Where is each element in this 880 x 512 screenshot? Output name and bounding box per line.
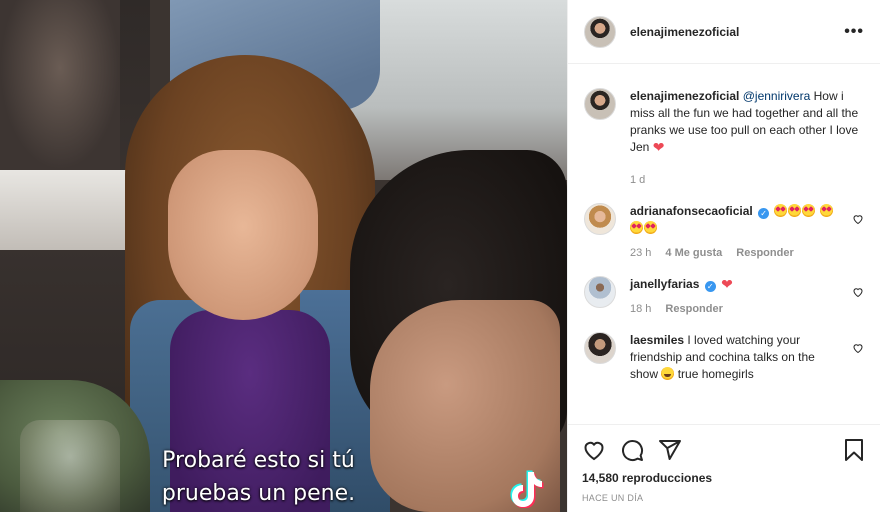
comment-username[interactable]: adrianafonsecaoficial — [630, 204, 753, 218]
view-count[interactable]: 14,580 reproducciones — [582, 471, 866, 485]
red-heart-emoji-icon: ❤ — [721, 276, 733, 292]
post-header: elenajimenezoficial ••• — [568, 0, 880, 64]
star-struck-emoji-icon — [774, 204, 788, 217]
save-bookmark-icon[interactable] — [842, 438, 866, 462]
comment-text-end: true homegirls — [674, 367, 754, 381]
caption-mention-link[interactable]: @jennirivera — [743, 89, 811, 103]
comment-username[interactable]: janellyfarias — [630, 277, 699, 291]
avatar[interactable] — [584, 203, 616, 235]
comment-bubble-icon[interactable] — [620, 438, 644, 462]
more-options-icon[interactable]: ••• — [844, 23, 864, 41]
post-caption: elenajimenezoficial @jennirivera How i m… — [584, 88, 864, 189]
star-struck-emoji-icon — [788, 204, 802, 217]
verified-badge-icon: ✓ — [758, 208, 770, 219]
reply-button[interactable]: Responder — [736, 245, 793, 262]
subtitle-line: Probaré esto si tú — [162, 448, 355, 473]
like-comment-heart-icon[interactable] — [852, 213, 864, 225]
comment-item: laesmiles I loved watching your friendsh… — [584, 332, 864, 383]
video-player[interactable]: Probaré esto si tú pruebas un pene. — [0, 0, 567, 512]
comment-time[interactable]: 23 h — [630, 245, 651, 262]
reply-button[interactable]: Responder — [665, 301, 722, 318]
comment-item: janellyfarias ✓ ❤ 18 h Responder — [584, 276, 864, 318]
share-send-icon[interactable] — [658, 438, 682, 462]
verified-badge-icon: ✓ — [704, 281, 716, 292]
subtitle-line: pruebas un pene. — [161, 481, 356, 506]
star-struck-emoji-icon — [630, 221, 643, 234]
comment-likes[interactable]: 4 Me gusta — [665, 245, 722, 262]
avatar[interactable] — [584, 332, 616, 364]
comment-username[interactable]: laesmiles — [630, 333, 684, 347]
post-dialog: Probaré esto si tú pruebas un pene. elen… — [0, 0, 880, 512]
like-heart-icon[interactable] — [582, 438, 606, 462]
post-sidebar: elenajimenezoficial ••• elenajimenezofic… — [567, 0, 880, 512]
avatar[interactable] — [584, 276, 616, 308]
star-struck-emoji-icon — [819, 204, 833, 217]
avatar[interactable] — [584, 15, 616, 48]
star-struck-emoji-icon — [802, 204, 816, 217]
post-time[interactable]: HACE UN DÍA — [582, 493, 866, 503]
avatar[interactable] — [584, 88, 616, 120]
red-heart-emoji-icon: ❤ — [652, 139, 665, 155]
post-actions: 14,580 reproducciones HACE UN DÍA — [568, 424, 880, 512]
comment-item: adrianafonsecaoficial ✓ 23 h 4 Me gusta … — [584, 203, 864, 262]
caption-time[interactable]: 1 d — [630, 172, 645, 189]
laughing-emoji-icon — [661, 367, 675, 380]
comments-list: elenajimenezoficial @jennirivera How i m… — [568, 64, 880, 424]
tiktok-logo-icon — [510, 470, 544, 508]
star-struck-emoji-icon — [644, 221, 657, 234]
comment-time[interactable]: 18 h — [630, 301, 651, 318]
video-frame — [0, 0, 567, 512]
like-comment-heart-icon[interactable] — [852, 342, 864, 354]
post-author-username[interactable]: elenajimenezoficial — [630, 25, 844, 39]
like-comment-heart-icon[interactable] — [852, 286, 864, 298]
caption-username[interactable]: elenajimenezoficial — [630, 89, 739, 103]
video-subtitle: Probaré esto si tú pruebas un pene. — [0, 444, 567, 510]
